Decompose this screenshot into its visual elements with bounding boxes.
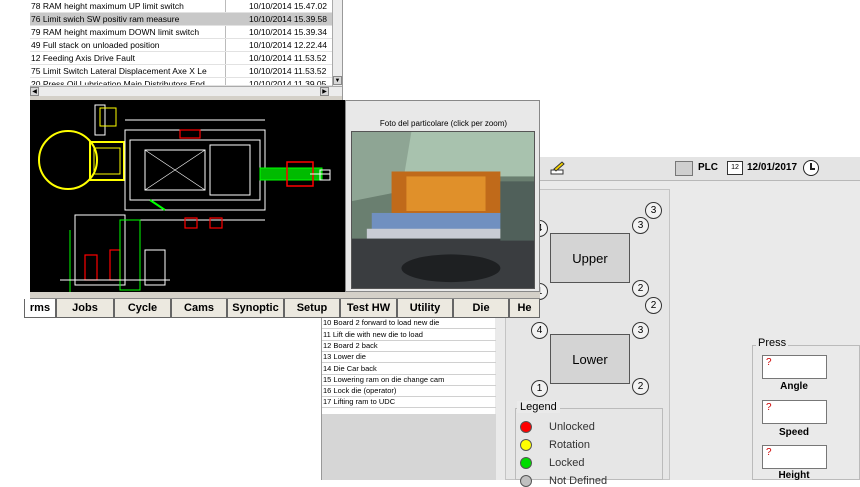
alarm-message: 79 RAM height maximum DOWN limit switch	[31, 27, 200, 37]
photo-caption: Foto del particolare (click per zoom)	[379, 119, 508, 128]
upper-clamp-3b[interactable]: 3	[645, 202, 662, 219]
lower-clamp-3[interactable]: 3	[632, 322, 649, 339]
table-row-selected[interactable]: 76 Limit swich SW positiv ram measure 10…	[30, 13, 332, 26]
speed-label: Speed	[778, 427, 809, 438]
legend-label-not-defined: Not Defined	[549, 475, 608, 487]
scroll-right-icon[interactable]: ▶	[320, 87, 329, 96]
tab-cycle[interactable]: Cycle	[114, 299, 171, 318]
scroll-left-icon[interactable]: ◀	[30, 87, 39, 96]
main-tab-bar: rms Jobs Cycle Cams Synoptic Setup Test …	[24, 298, 540, 318]
legend-label-rotation: Rotation	[549, 439, 590, 451]
upper-clamp-2b[interactable]: 2	[645, 297, 662, 314]
machine-layout-diagram[interactable]	[30, 100, 345, 292]
list-item[interactable]: 10 Board 2 forward to load new die	[322, 318, 496, 329]
lower-clamp-1[interactable]: 1	[531, 380, 548, 397]
angle-field[interactable]: ?	[762, 355, 827, 379]
tab-alarms[interactable]: rms	[24, 299, 56, 318]
lower-die-label: Lower	[572, 352, 608, 367]
machine-photo[interactable]	[351, 131, 535, 289]
upper-clamp-3a[interactable]: 3	[632, 217, 649, 234]
tab-test-hw[interactable]: Test HW	[340, 299, 397, 318]
horizontal-scrollbar[interactable]: ◀ ▶	[30, 86, 342, 96]
tab-help[interactable]: He	[509, 299, 540, 318]
alarm-message: 49 Full stack on unloaded position	[31, 40, 160, 50]
steps-empty-area	[322, 414, 496, 480]
list-item[interactable]: 17 Lifting ram to UDC	[322, 397, 496, 408]
edit-icon[interactable]	[550, 160, 566, 176]
tab-cams[interactable]: Cams	[171, 299, 227, 318]
tab-die[interactable]: Die	[453, 299, 509, 318]
list-item[interactable]: 11 Lift die with new die to load	[322, 330, 496, 341]
list-item[interactable]: 13 Lower die	[322, 352, 496, 363]
angle-label: Angle	[780, 381, 808, 392]
alarm-detail-blank	[342, 0, 540, 100]
main-hmi-window: 78 RAM height maximum UP limit switch 10…	[24, 0, 540, 318]
legend-label-unlocked: Unlocked	[549, 421, 595, 433]
table-row[interactable]: 49 Full stack on unloaded position 10/10…	[30, 39, 332, 52]
table-row[interactable]: 20 Press Oil Lubrication Main Distributo…	[30, 78, 332, 86]
alarm-list[interactable]: 78 RAM height maximum UP limit switch 10…	[30, 0, 342, 86]
alarm-message: 76 Limit swich SW positiv ram measure	[31, 14, 180, 24]
table-row[interactable]: 12 Feeding Axis Drive Fault 10/10/2014 1…	[30, 52, 332, 65]
legend-dot-unlocked	[520, 421, 532, 433]
alarm-time: 10/10/2014 15.39.34	[249, 27, 327, 37]
alarm-time: 10/10/2014 15.39.58	[249, 14, 327, 24]
height-label: Height	[778, 470, 810, 481]
alarm-time: 10/10/2014 11.39.05	[249, 79, 327, 86]
lower-die[interactable]: Lower	[550, 334, 630, 384]
legend-label-locked: Locked	[549, 457, 585, 469]
calendar-icon: 12	[727, 161, 743, 175]
height-field[interactable]: ?	[762, 445, 827, 469]
table-row[interactable]: 79 RAM height maximum DOWN limit switch …	[30, 26, 332, 39]
table-row[interactable]: 75 Limit Switch Lateral Displacement Axe…	[30, 65, 332, 78]
scroll-down-icon[interactable]: ▼	[333, 76, 342, 85]
speed-field[interactable]: ?	[762, 400, 827, 424]
legend-dot-rotation	[520, 439, 532, 451]
upper-die[interactable]: Upper	[550, 233, 630, 283]
legend-dot-locked	[520, 457, 532, 469]
alarm-message: 78 RAM height maximum UP limit switch	[31, 1, 184, 11]
panel-toolbar: PLC 12 12/01/2017	[495, 157, 860, 181]
alarm-time: 10/10/2014 11.53.52	[249, 66, 327, 76]
tab-jobs[interactable]: Jobs	[56, 299, 114, 318]
upper-die-label: Upper	[572, 251, 608, 266]
alarm-message: 12 Feeding Axis Drive Fault	[31, 53, 135, 63]
die-change-steps-window: 10 Board 2 forward to load new die 11 Li…	[321, 316, 496, 480]
upper-clamp-2a[interactable]: 2	[632, 280, 649, 297]
alarm-time: 10/10/2014 12.22.44	[249, 40, 327, 50]
legend-title: Legend	[517, 401, 560, 413]
alarm-time: 10/10/2014 15.47.02	[249, 1, 327, 11]
press-panel-window: PLC 12 12/01/2017 Upper 4 3 3 1 2 2 Lowe…	[495, 157, 860, 487]
alarm-message: 75 Limit Switch Lateral Displacement Axe…	[31, 66, 207, 76]
tab-synoptic[interactable]: Synoptic	[227, 299, 284, 318]
alarm-message: 20 Press Oil Lubrication Main Distributo…	[31, 79, 205, 86]
plc-label: PLC	[698, 162, 718, 173]
list-item[interactable]: 12 Board 2 back	[322, 341, 496, 352]
list-item[interactable]: 15 Lowering ram on die change cam	[322, 375, 496, 386]
list-item[interactable]: 14 Die Car back	[322, 364, 496, 375]
lower-clamp-2[interactable]: 2	[632, 378, 649, 395]
list-item[interactable]: 16 Lock die (operator)	[322, 386, 496, 397]
lower-clamp-4[interactable]: 4	[531, 322, 548, 339]
tab-setup[interactable]: Setup	[284, 299, 340, 318]
legend-dot-not-defined	[520, 475, 532, 487]
tab-utility[interactable]: Utility	[397, 299, 453, 318]
plc-status-indicator	[675, 161, 693, 176]
detail-photo-panel: Foto del particolare (click per zoom)	[345, 100, 540, 292]
clock-icon[interactable]	[803, 160, 819, 176]
table-row[interactable]: 78 RAM height maximum UP limit switch 10…	[30, 0, 332, 13]
current-date: 12/01/2017	[747, 162, 798, 173]
alarm-time: 10/10/2014 11.53.52	[249, 53, 327, 63]
press-title: Press	[756, 337, 789, 349]
vertical-scrollbar[interactable]: ▼	[332, 0, 342, 86]
